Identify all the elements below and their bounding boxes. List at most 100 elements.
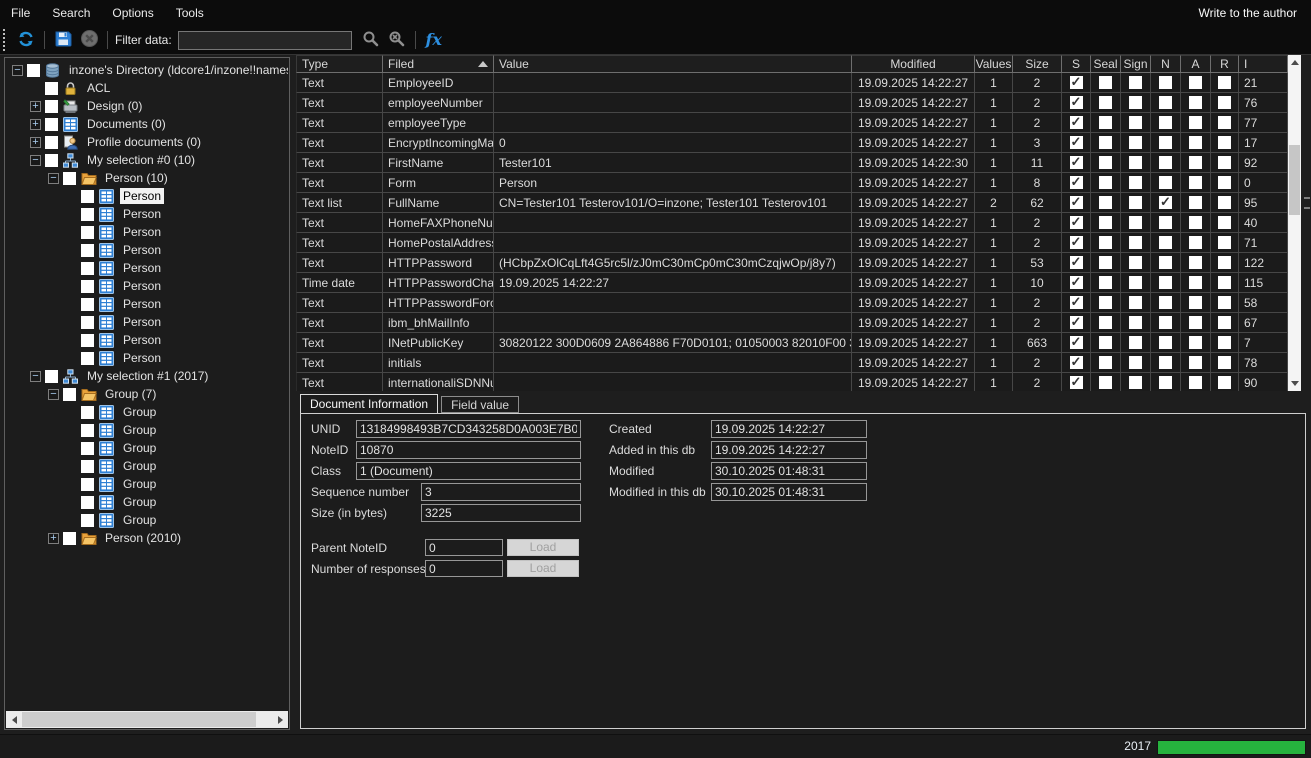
tree-checkbox[interactable] <box>63 532 76 545</box>
tree-item-person[interactable]: Person <box>6 205 288 223</box>
column-header-i[interactable]: I <box>1239 55 1288 73</box>
tree-checkbox[interactable] <box>81 514 94 527</box>
tree-checkbox[interactable] <box>45 154 58 167</box>
tree-expander-minus-icon[interactable]: − <box>30 371 41 382</box>
column-header-values[interactable]: Values <box>975 55 1013 73</box>
column-header-size[interactable]: Size <box>1013 55 1062 73</box>
tree-checkbox[interactable] <box>81 226 94 239</box>
column-header-type[interactable]: Type <box>296 55 383 73</box>
tree-item-my-selection-1-2017[interactable]: −My selection #1 (2017) <box>6 367 288 385</box>
tree-item-group[interactable]: Group <box>6 403 288 421</box>
table-row[interactable]: TextemployeeNumber19.09.2025 14:22:27127… <box>296 93 1301 113</box>
tab-document-information[interactable]: Document Information <box>300 394 438 413</box>
tree-expander-minus-icon[interactable]: − <box>48 173 59 184</box>
tree-item-acl[interactable]: ACL <box>6 79 288 97</box>
column-header-r[interactable]: R <box>1211 55 1239 73</box>
tree-item-group[interactable]: Group <box>6 475 288 493</box>
search-button[interactable] <box>358 28 384 52</box>
table-row[interactable]: TextHomePostalAddress19.09.2025 14:22:27… <box>296 233 1301 253</box>
tree-checkbox[interactable] <box>81 298 94 311</box>
tree-checkbox[interactable] <box>81 478 94 491</box>
unid-field[interactable] <box>356 420 581 438</box>
save-button[interactable] <box>50 28 76 52</box>
tree-item-group[interactable]: Group <box>6 457 288 475</box>
class-field[interactable] <box>356 462 581 480</box>
filter-input[interactable] <box>178 31 352 50</box>
column-header-sign[interactable]: Sign <box>1121 55 1151 73</box>
table-row[interactable]: TextinternationaliSDNNu...19.09.2025 14:… <box>296 373 1301 391</box>
load-button[interactable]: Load <box>507 539 579 556</box>
column-header-value[interactable]: Value <box>494 55 852 73</box>
size-in-bytes-field[interactable] <box>421 504 581 522</box>
tree-checkbox[interactable] <box>27 64 40 77</box>
toolbar-grip[interactable] <box>3 29 7 51</box>
column-header-s[interactable]: S <box>1062 55 1091 73</box>
tree-item-person[interactable]: Person <box>6 349 288 367</box>
tree-item-person[interactable]: Person <box>6 277 288 295</box>
tree-checkbox[interactable] <box>45 136 58 149</box>
tree-checkbox[interactable] <box>81 460 94 473</box>
tree-checkbox[interactable] <box>63 388 76 401</box>
created-field[interactable] <box>711 420 867 438</box>
scroll-left-arrow[interactable] <box>6 711 22 728</box>
tree-checkbox[interactable] <box>81 208 94 221</box>
sequence-number-field[interactable] <box>421 483 581 501</box>
modified-in-this-db-field[interactable] <box>711 483 867 501</box>
tree-item-my-selection-0-10[interactable]: −My selection #0 (10) <box>6 151 288 169</box>
menu-file[interactable]: File <box>0 6 41 20</box>
tree-item-person[interactable]: Person <box>6 187 288 205</box>
column-header-n[interactable]: N <box>1151 55 1181 73</box>
tree-item-group-7[interactable]: −Group (7) <box>6 385 288 403</box>
table-row[interactable]: TextHTTPPasswordForce...19.09.2025 14:22… <box>296 293 1301 313</box>
refresh-button[interactable] <box>13 28 39 52</box>
table-row[interactable]: TextEmployeeID19.09.2025 14:22:271221 <box>296 73 1301 93</box>
table-row[interactable]: TextFirstNameTester10119.09.2025 14:22:3… <box>296 153 1301 173</box>
tree-checkbox[interactable] <box>81 424 94 437</box>
table-vertical-scrollbar[interactable] <box>1288 55 1301 391</box>
tab-field-value[interactable]: Field value <box>441 396 519 413</box>
table-row[interactable]: TextemployeeType19.09.2025 14:22:271277 <box>296 113 1301 133</box>
tree-item-person-10[interactable]: −Person (10) <box>6 169 288 187</box>
table-row[interactable]: Textinitials19.09.2025 14:22:271278 <box>296 353 1301 373</box>
tree-checkbox[interactable] <box>81 316 94 329</box>
tree-item-group[interactable]: Group <box>6 439 288 457</box>
tree-item-person[interactable]: Person <box>6 241 288 259</box>
scroll-up-arrow[interactable] <box>1288 55 1301 70</box>
scroll-down-arrow[interactable] <box>1288 376 1301 391</box>
tree-expander-plus-icon[interactable]: + <box>30 119 41 130</box>
menu-tools[interactable]: Tools <box>165 6 215 20</box>
tree-item-design-0[interactable]: +Design (0) <box>6 97 288 115</box>
table-row[interactable]: TextFormPerson19.09.2025 14:22:27180 <box>296 173 1301 193</box>
tree-checkbox[interactable] <box>81 442 94 455</box>
tree-scrollbar-thumb[interactable] <box>22 712 256 727</box>
splitter-grip[interactable] <box>1304 197 1310 209</box>
tree-checkbox[interactable] <box>81 280 94 293</box>
table-row[interactable]: TextEncryptIncomingMail019.09.2025 14:22… <box>296 133 1301 153</box>
tree-item-inzone-s-directory-ldcore1-inzone-names[interactable]: −inzone's Directory (ldcore1/inzone!!nam… <box>6 61 288 79</box>
table-row[interactable]: Textibm_bhMailInfo19.09.2025 14:22:27126… <box>296 313 1301 333</box>
modified-field[interactable] <box>711 462 867 480</box>
table-row[interactable]: TextHTTPPassword(HCbpZxOlCqLft4G5rc5l/zJ… <box>296 253 1301 273</box>
tree-expander-plus-icon[interactable]: + <box>48 533 59 544</box>
tree-item-documents-0[interactable]: +Documents (0) <box>6 115 288 133</box>
tree-item-person[interactable]: Person <box>6 223 288 241</box>
formula-button[interactable]: fx <box>421 28 447 52</box>
tree-horizontal-scrollbar[interactable] <box>6 711 288 728</box>
table-row[interactable]: TextINetPublicKey30820122 300D0609 2A864… <box>296 333 1301 353</box>
tree-checkbox[interactable] <box>45 370 58 383</box>
tree-checkbox[interactable] <box>81 406 94 419</box>
cancel-button[interactable] <box>76 28 102 52</box>
parent-noteid-field[interactable] <box>425 539 503 556</box>
load-button[interactable]: Load <box>507 560 579 577</box>
tree-checkbox[interactable] <box>45 100 58 113</box>
tree-checkbox[interactable] <box>81 334 94 347</box>
tree-expander-minus-icon[interactable]: − <box>12 65 23 76</box>
write-to-author-link[interactable]: Write to the author <box>1199 6 1311 20</box>
tree-item-person[interactable]: Person <box>6 331 288 349</box>
tree-checkbox[interactable] <box>45 82 58 95</box>
column-header-a[interactable]: A <box>1181 55 1211 73</box>
table-row[interactable]: Text listFullNameCN=Tester101 Testerov10… <box>296 193 1301 213</box>
tree-checkbox[interactable] <box>81 496 94 509</box>
number-of-responses-field[interactable] <box>425 560 503 577</box>
tree-item-person[interactable]: Person <box>6 295 288 313</box>
